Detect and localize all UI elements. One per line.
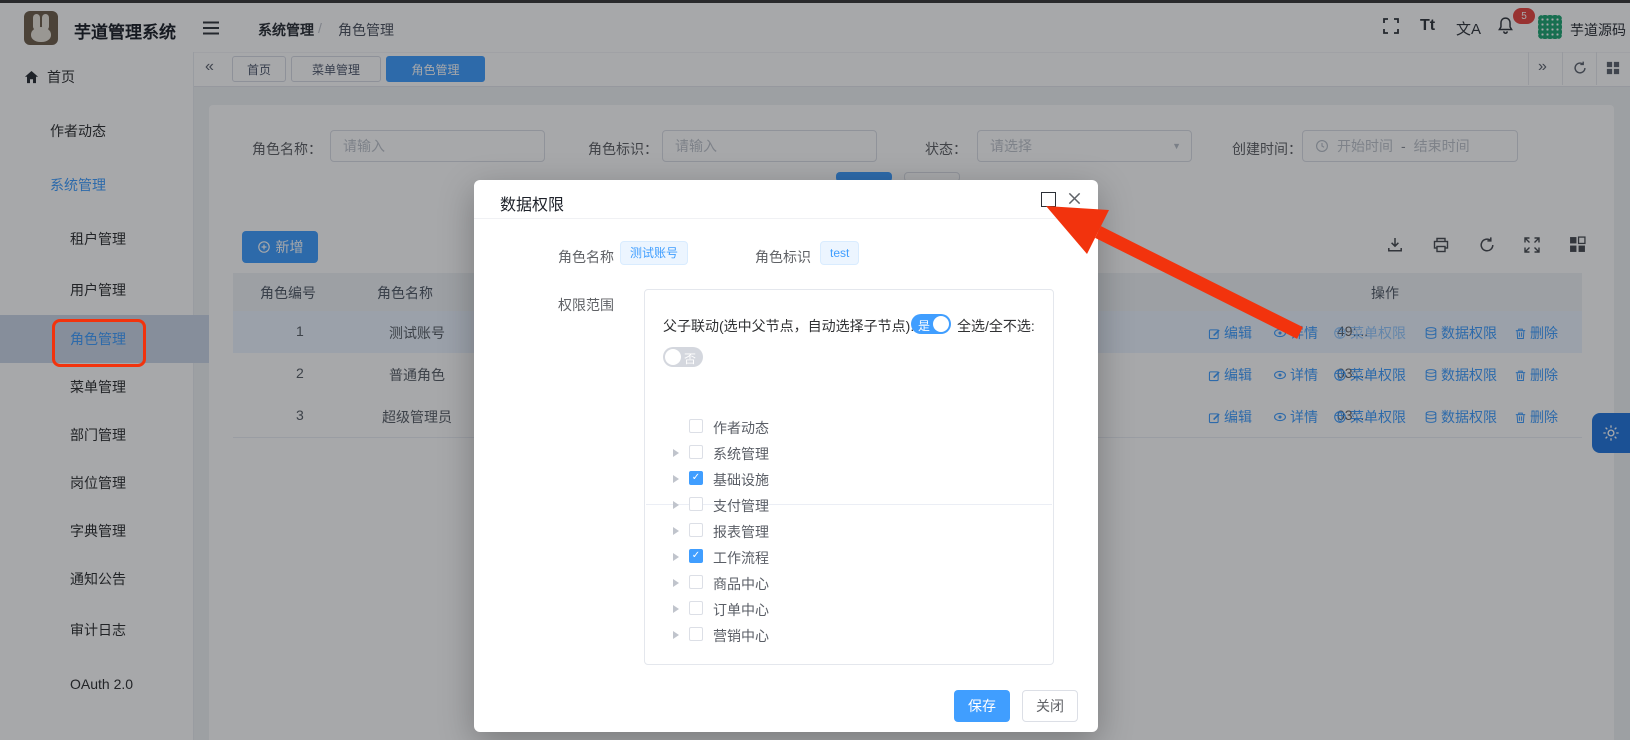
expand-caret-icon[interactable] — [673, 501, 679, 509]
tree-node-report-management[interactable]: 报表管理 — [645, 518, 1053, 544]
check-all-label: 全选/全不选: — [957, 316, 1035, 336]
tree-node-label: 支付管理 — [713, 496, 769, 516]
checkbox-checked[interactable]: ✓ — [689, 549, 703, 563]
tree-node-label: 营销中心 — [713, 626, 769, 646]
modal-title: 数据权限 — [500, 191, 564, 215]
tree-node-label: 作者动态 — [713, 418, 769, 438]
close-button-label: 关闭 — [1036, 696, 1064, 716]
modal-close-button[interactable] — [1067, 191, 1082, 206]
linkage-toggle-on-text: 是 — [918, 317, 930, 334]
screen: 芋道管理系统 系统管理 / 角色管理 Tt 文A 5 芋道源码 « 首页 菜单管… — [0, 0, 1630, 740]
close-icon — [1067, 191, 1082, 206]
role-key-tag: test — [820, 241, 859, 265]
tree-node-workflow[interactable]: ✓ 工作流程 — [645, 544, 1053, 570]
expand-caret-icon[interactable] — [673, 579, 679, 587]
toggle-knob — [933, 316, 949, 332]
permission-tree-panel: 父子联动(选中父节点，自动选择子节点): 是 全选/全不选: 否 作者动态 系统… — [644, 289, 1054, 665]
expand-caret-icon[interactable] — [673, 631, 679, 639]
checkbox-unchecked[interactable] — [689, 419, 703, 433]
modal-maximize-button[interactable] — [1041, 192, 1056, 207]
expand-caret-icon[interactable] — [673, 527, 679, 535]
data-permission-modal: 数据权限 角色名称 测试账号 角色标识 test 权限范围 父子联动(选中父节点… — [474, 180, 1098, 732]
permission-scope-label: 权限范围 — [558, 295, 614, 315]
save-button-label: 保存 — [968, 696, 996, 716]
tree-node-order-center[interactable]: 订单中心 — [645, 596, 1053, 622]
checkbox-unchecked[interactable] — [689, 627, 703, 641]
close-button[interactable]: 关闭 — [1022, 690, 1078, 722]
tree-node-label: 商品中心 — [713, 574, 769, 594]
checkbox-unchecked[interactable] — [689, 497, 703, 511]
linkage-toggle[interactable]: 是 — [911, 314, 951, 334]
tree-node-payment-management[interactable]: 支付管理 — [645, 492, 1053, 518]
check-all-toggle[interactable]: 否 — [663, 347, 703, 367]
toggle-knob — [665, 349, 681, 365]
checkbox-unchecked[interactable] — [689, 523, 703, 537]
expand-caret-icon[interactable] — [673, 605, 679, 613]
expand-caret-icon[interactable] — [673, 449, 679, 457]
tree-node-author-news[interactable]: 作者动态 — [645, 414, 1053, 440]
tree-node-system-management[interactable]: 系统管理 — [645, 440, 1053, 466]
check-all-toggle-off-text: 否 — [684, 350, 696, 367]
modal-header — [474, 180, 1098, 219]
tree-node-label: 基础设施 — [713, 470, 769, 490]
checkbox-unchecked[interactable] — [689, 601, 703, 615]
annotation-highlight-box — [52, 319, 146, 367]
tree-node-label: 报表管理 — [713, 522, 769, 542]
tree-node-label: 订单中心 — [713, 600, 769, 620]
parent-child-linkage-label: 父子联动(选中父节点，自动选择子节点): — [663, 316, 914, 336]
tree-node-label: 系统管理 — [713, 444, 769, 464]
tree-node-marketing-center[interactable]: 营销中心 — [645, 622, 1053, 648]
role-name-tag: 测试账号 — [620, 241, 688, 265]
modal-role-key-label: 角色标识 — [755, 247, 811, 267]
checkbox-unchecked[interactable] — [689, 445, 703, 459]
save-button[interactable]: 保存 — [954, 690, 1010, 722]
expand-caret-icon[interactable] — [673, 475, 679, 483]
checkbox-checked[interactable]: ✓ — [689, 471, 703, 485]
tree-node-infrastructure[interactable]: ✓ 基础设施 — [645, 466, 1053, 492]
tree-node-label: 工作流程 — [713, 548, 769, 568]
tree-node-product-center[interactable]: 商品中心 — [645, 570, 1053, 596]
modal-role-name-label: 角色名称 — [558, 247, 614, 267]
expand-caret-icon[interactable] — [673, 553, 679, 561]
checkbox-unchecked[interactable] — [689, 575, 703, 589]
